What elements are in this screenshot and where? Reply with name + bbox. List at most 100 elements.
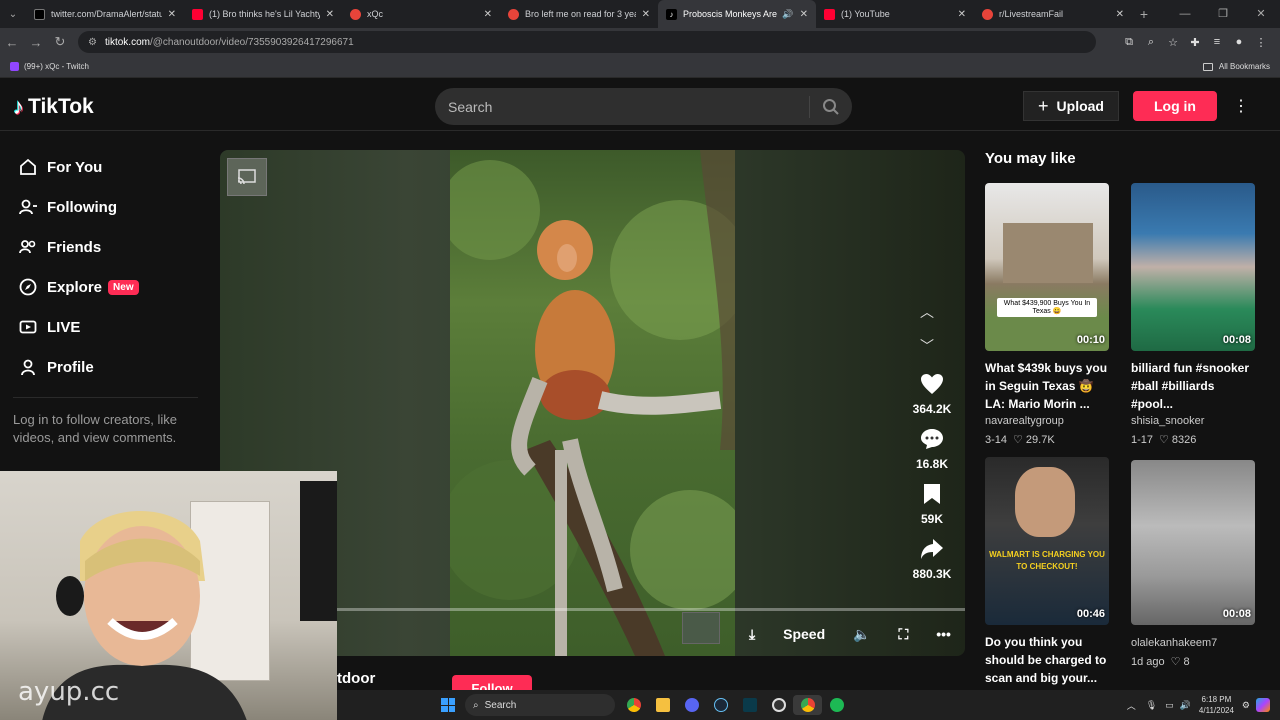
url-field[interactable]: ⚙ tiktok.com/@chanoutdoor/video/73559039…	[78, 31, 1096, 53]
close-tab-icon[interactable]: ✕	[800, 9, 808, 20]
taskbar-search[interactable]: ⌕ Search	[465, 694, 615, 716]
nav-profile[interactable]: Profile	[18, 357, 94, 377]
all-bookmarks-button[interactable]: All Bookmarks	[1202, 62, 1270, 71]
new-tab-button[interactable]: +	[1132, 6, 1156, 22]
bookmark-item[interactable]: (99+) xQc - Twitch	[10, 62, 89, 71]
video-author[interactable]: shisia_snooker	[1131, 415, 1255, 427]
login-button[interactable]: Log in	[1133, 91, 1217, 121]
browser-tab[interactable]: Bro left me on read for 3 years ✕	[500, 0, 658, 28]
clock[interactable]: 6:18 PM 4/11/2024	[1199, 694, 1234, 716]
windows-start-icon[interactable]	[441, 698, 455, 712]
microphone-icon[interactable]: 🎙	[1146, 700, 1157, 711]
video-thumbnail[interactable]: 00:08	[1131, 460, 1255, 625]
previous-video-icon[interactable]: ︿	[920, 302, 934, 322]
tiktok-logo[interactable]: ♪ TikTok	[13, 94, 94, 120]
steam-icon[interactable]	[706, 695, 735, 715]
speaker-icon[interactable]: 🔊	[782, 9, 793, 20]
reload-icon[interactable]: ↻	[48, 34, 72, 50]
volume-icon[interactable]: 🔈	[853, 626, 870, 643]
chrome-icon[interactable]	[619, 695, 648, 715]
close-tab-icon[interactable]: ✕	[958, 9, 966, 20]
nav-for-you[interactable]: For You	[18, 157, 102, 177]
stream-watermark: ayup.cc	[18, 677, 120, 707]
close-tab-icon[interactable]: ✕	[168, 9, 176, 20]
speed-button[interactable]: Speed	[783, 626, 825, 642]
bookmark-star-icon[interactable]: ☆	[1162, 36, 1184, 49]
network-icon[interactable]: ▭	[1165, 700, 1174, 711]
video-duration: 00:08	[1222, 334, 1251, 346]
obs-icon[interactable]	[764, 695, 793, 715]
auto-scroll-icon[interactable]: ⤓	[749, 626, 755, 643]
browser-tab[interactable]: twitter.com/DramaAlert/status ✕	[26, 0, 184, 28]
install-icon[interactable]: ⧉	[1118, 36, 1140, 49]
media-icon[interactable]: ≡	[1206, 36, 1228, 48]
new-badge: New	[108, 279, 139, 295]
next-video-icon[interactable]: ﹀	[920, 336, 934, 356]
search-icon[interactable]	[810, 98, 852, 116]
search-bar[interactable]: Search	[435, 88, 852, 125]
browser-tab[interactable]: (1) Bro thinks he's Lil Yachty 💀 ✕	[184, 0, 342, 28]
app-icon[interactable]	[735, 695, 764, 715]
close-window-icon[interactable]: ✕	[1242, 0, 1280, 28]
notifications-icon[interactable]: ⚙	[1242, 700, 1250, 711]
video-frame[interactable]	[450, 150, 735, 656]
video-thumbnail[interactable]: WALMART IS CHARGING YOU TO CHECKOUT! 00:…	[985, 457, 1109, 625]
chevron-up-icon[interactable]: ︿	[1127, 699, 1136, 712]
thumbnail-caption: What $439,900 Buys You In Texas 😀	[997, 298, 1097, 317]
nav-friends[interactable]: Friends	[18, 237, 101, 257]
recommended-video-card[interactable]: WALMART IS CHARGING YOU TO CHECKOUT! 00:…	[985, 457, 1109, 687]
maximize-icon[interactable]: ❐	[1204, 0, 1242, 28]
nav-live[interactable]: LIVE	[18, 317, 80, 337]
url-host: tiktok.com	[104, 36, 150, 48]
chrome-active-icon[interactable]	[793, 695, 822, 715]
close-tab-icon[interactable]: ✕	[1116, 9, 1124, 20]
zoom-icon[interactable]: ⌕	[1140, 36, 1162, 49]
avatar[interactable]: ●	[1228, 36, 1250, 48]
browser-tab[interactable]: xQc ✕	[342, 0, 500, 28]
close-tab-icon[interactable]: ✕	[642, 9, 650, 20]
search-input[interactable]: Search	[435, 99, 809, 115]
site-info-icon[interactable]: ⚙	[88, 37, 97, 48]
close-tab-icon[interactable]: ✕	[326, 9, 334, 20]
more-icon[interactable]: •••	[936, 626, 951, 642]
cast-icon[interactable]	[227, 158, 267, 196]
video-progress-bar[interactable]	[337, 608, 965, 611]
recommended-video-card[interactable]: What $439,900 Buys You In Texas 😀 00:10 …	[985, 183, 1109, 446]
save-button[interactable]: 59K	[892, 482, 965, 526]
browser-tab[interactable]: r/LivestreamFail ✕	[974, 0, 1132, 28]
author-name[interactable]: tdoor	[337, 670, 375, 687]
fullscreen-icon[interactable]: ⛶	[898, 626, 908, 643]
video-thumbnail[interactable]: 00:08	[1131, 183, 1255, 351]
video-author[interactable]: olalekanhakeem7	[1131, 637, 1255, 649]
volume-icon[interactable]: 🔊	[1180, 700, 1191, 711]
tab-search-button[interactable]: ⌄	[0, 0, 26, 28]
extensions-icon[interactable]: ✚	[1184, 36, 1206, 49]
recommended-video-card[interactable]: 00:08 olalekanhakeem7 1d ago ♡ 8	[1131, 460, 1255, 668]
spotify-icon[interactable]	[822, 695, 851, 715]
upload-button[interactable]: + Upload	[1023, 91, 1119, 121]
comment-button[interactable]: 16.8K	[892, 427, 965, 471]
video-duration: 00:08	[1222, 608, 1251, 620]
more-options-icon[interactable]: ⋮	[1233, 96, 1249, 116]
live-icon	[18, 317, 38, 337]
address-bar-row: ← → ↻ ⚙ tiktok.com/@chanoutdoor/video/73…	[0, 28, 1280, 56]
discord-icon[interactable]	[677, 695, 706, 715]
forward-icon[interactable]: →	[24, 35, 48, 50]
share-button[interactable]: 880.3K	[892, 537, 965, 581]
browser-tab-active[interactable]: ♪ Proboscis Monkeys Are Too🔊 ✕	[658, 0, 816, 28]
back-icon[interactable]: ←	[0, 35, 24, 50]
browser-tab[interactable]: (1) YouTube ✕	[816, 0, 974, 28]
like-button[interactable]: 364.2K	[892, 372, 965, 416]
menu-icon[interactable]: ⋮	[1250, 36, 1272, 49]
minimize-icon[interactable]: —	[1166, 0, 1204, 28]
copilot-icon[interactable]	[1256, 698, 1270, 712]
file-explorer-icon[interactable]	[648, 695, 677, 715]
bookmark-icon	[923, 482, 941, 506]
url-path: /@chanoutdoor/video/7355903926417296671	[149, 36, 354, 48]
recommended-video-card[interactable]: 00:08 billiard fun #snooker #ball #billi…	[1131, 183, 1255, 446]
video-thumbnail[interactable]: What $439,900 Buys You In Texas 😀 00:10	[985, 183, 1109, 351]
nav-explore[interactable]: Explore New	[18, 277, 139, 297]
video-author[interactable]: navarealtygroup	[985, 415, 1109, 427]
nav-following[interactable]: Following	[18, 197, 117, 217]
close-tab-icon[interactable]: ✕	[484, 9, 492, 20]
